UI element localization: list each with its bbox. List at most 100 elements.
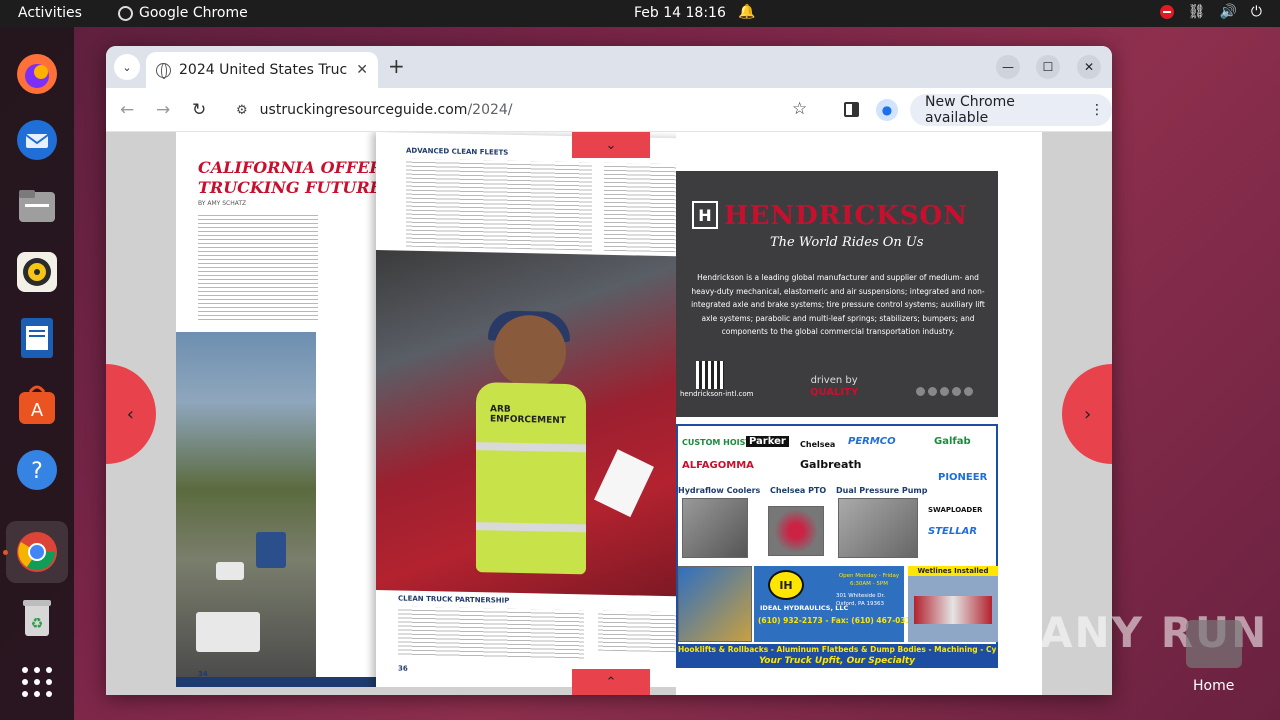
help-icon[interactable]: ? (14, 447, 60, 493)
tab-close-icon[interactable]: ✕ (356, 62, 368, 78)
social-icons (916, 387, 973, 396)
site-info-icon[interactable]: ⚙ (236, 103, 248, 118)
home-label[interactable]: Home (1193, 678, 1234, 694)
svg-text:?: ? (31, 459, 43, 484)
tab-active[interactable]: 2024 United States Truck ✕ (146, 52, 378, 88)
system-tray[interactable]: ⛓ 🔊 ⏻ (1159, 4, 1262, 20)
app-menu[interactable]: Google Chrome (118, 5, 248, 21)
volume-icon: 🔊 (1219, 4, 1237, 20)
update-chrome-button[interactable]: New Chrome available ⋮ (910, 94, 1112, 126)
app-center-icon[interactable]: A (14, 381, 60, 427)
brand-pioneer: PIONEER (938, 472, 988, 483)
new-tab-icon[interactable]: + (388, 54, 405, 78)
clock[interactable]: Feb 14 18:16 (634, 5, 726, 21)
brand-galfab: Galfab (934, 436, 971, 447)
brand-swaploader: SWAPLOADER (928, 506, 983, 514)
driven-by: driven by (810, 375, 858, 386)
brand-permco: PERMCO (848, 436, 896, 447)
power-icon: ⏻ (1250, 4, 1262, 20)
flipbook-viewer[interactable]: CALIFORNIA OFFER TRUCKING FUTURE BY AMY … (106, 132, 1112, 695)
writer-icon[interactable] (14, 315, 60, 361)
app-name: Google Chrome (139, 5, 248, 21)
minimize-icon[interactable]: — (996, 55, 1020, 79)
recording-indicator-icon (1159, 5, 1174, 19)
brand-chelsea: Chelsea (800, 440, 836, 449)
browser-toolbar: ← → ↻ ⚙ ustruckingresourceguide.com/2024… (106, 88, 1112, 132)
facebook-icon (916, 387, 925, 396)
bookmark-star-icon[interactable]: ☆ (792, 99, 807, 119)
expand-toolbar-chevron-up-icon[interactable]: ⌃ (572, 669, 650, 695)
driven-by-quality: driven by QUALITY (810, 375, 858, 399)
instagram-icon (952, 387, 961, 396)
hendrickson-copy: Hendrickson is a leading global manufact… (691, 273, 985, 336)
qr-code-icon (696, 361, 724, 389)
label-dual-pressure-pump: Dual Pressure Pump (836, 486, 928, 495)
chevron-right-icon: › (1084, 403, 1092, 425)
tab-search-chevron-icon[interactable]: ⌄ (114, 54, 140, 80)
rhythmbox-icon[interactable] (14, 249, 60, 295)
globe-icon (156, 62, 171, 79)
previous-page-button[interactable]: ‹ (106, 364, 156, 464)
trash-icon[interactable]: ♻ (14, 595, 60, 641)
profile-avatar-icon[interactable]: ● (876, 99, 898, 121)
magazine-page-right: H HENDRICKSON The World Rides On Us Hend… (676, 132, 1042, 695)
close-window-icon[interactable]: ✕ (1077, 55, 1101, 79)
quality: QUALITY (810, 387, 859, 398)
cooler-image (682, 498, 748, 558)
collapse-toolbar-chevron-down-icon[interactable]: ⌄ (572, 132, 650, 158)
more-menu-icon[interactable]: ⋮ (1090, 102, 1104, 118)
files-icon[interactable] (14, 183, 60, 229)
ideal-phone: (610) 932-2173 - Fax: (610) 467-0316 (758, 616, 917, 625)
brand-galbreath: Galbreath (800, 458, 862, 471)
label-hydraflow-coolers: Hydraflow Coolers (678, 486, 761, 495)
url-path: /2024/ (467, 102, 513, 118)
officer-vest: ARB ENFORCEMENT (476, 382, 586, 575)
brand-stellar: STELLAR (928, 526, 978, 537)
show-apps-icon[interactable] (14, 659, 60, 705)
turning-page[interactable]: ADVANCED CLEAN FLEETS ARB ENFORCEMENT CL… (376, 132, 676, 687)
subhead-clean-truck-partnership: CLEAN TRUCK PARTNERSHIP (398, 594, 510, 605)
wetlines-box: Wetlines Installed (908, 566, 998, 642)
network-icon: ⛓ (1187, 4, 1206, 20)
text-column (398, 606, 584, 661)
ideal-hours: Open Monday - Friday 6:30AM - 5PM (838, 573, 900, 587)
youtube-icon (940, 387, 949, 396)
url-text: ustruckingresourceguide.com/2024/ (260, 102, 513, 118)
thunderbird-icon[interactable] (14, 117, 60, 163)
linkedin-icon (928, 387, 937, 396)
update-label: New Chrome available (925, 94, 1015, 126)
side-panel-icon[interactable] (844, 102, 859, 117)
headline-line-2: TRUCKING FUTURE (198, 178, 382, 197)
firefox-icon[interactable] (14, 51, 60, 97)
svg-text:♻: ♻ (31, 616, 44, 632)
ideal-hydraulics-box: IH IDEAL HYDRAULICS, LLC (610) 932-2173 … (754, 566, 916, 642)
highway-photo (176, 332, 316, 682)
tab-strip: ⌄ 2024 United States Truck ✕ + — ☐ ✕ (106, 46, 1112, 88)
home-folder-icon[interactable] (1186, 620, 1242, 668)
next-page-button[interactable]: › (1062, 364, 1112, 464)
article-byline: BY AMY SCHATZ (198, 200, 247, 207)
text-column (198, 212, 318, 322)
hendrickson-url: hendrickson-intl.com (680, 390, 754, 398)
chevron-left-icon: ‹ (126, 403, 134, 425)
hooklift-image (678, 566, 752, 642)
reload-icon[interactable]: ↻ (192, 100, 206, 120)
brand-alfagomma: ALFAGOMMA (682, 460, 754, 471)
hendrickson-tagline: The World Rides On Us (770, 235, 924, 250)
magazine-page-left: CALIFORNIA OFFER TRUCKING FUTURE BY AMY … (176, 132, 676, 687)
maximize-icon[interactable]: ☐ (1036, 55, 1060, 79)
activities-button[interactable]: Activities (18, 5, 82, 21)
chrome-dock-icon[interactable] (6, 521, 68, 583)
truck-image (256, 532, 286, 568)
notification-bell-icon: 🔔 (738, 4, 756, 20)
forward-icon[interactable]: → (156, 100, 170, 120)
ad-footer-services: Hooklifts & Rollbacks - Aluminum Flatbed… (678, 644, 996, 655)
subhead-advanced-clean-fleets: ADVANCED CLEAN FLEETS (406, 146, 509, 157)
ideal-hydraulics-ad: CUSTOM HOISTS Parker Chelsea PERMCO Galf… (676, 424, 998, 668)
dock: A ? ♻ (0, 27, 74, 720)
page-number-flip: 36 (398, 664, 408, 673)
back-icon[interactable]: ← (120, 100, 134, 120)
browser-window: ⌄ 2024 United States Truck ✕ + — ☐ ✕ ← →… (106, 46, 1112, 695)
address-bar[interactable]: ⚙ ustruckingresourceguide.com/2024/ (224, 94, 816, 126)
officer-truck-photo: ARB ENFORCEMENT (376, 250, 676, 598)
